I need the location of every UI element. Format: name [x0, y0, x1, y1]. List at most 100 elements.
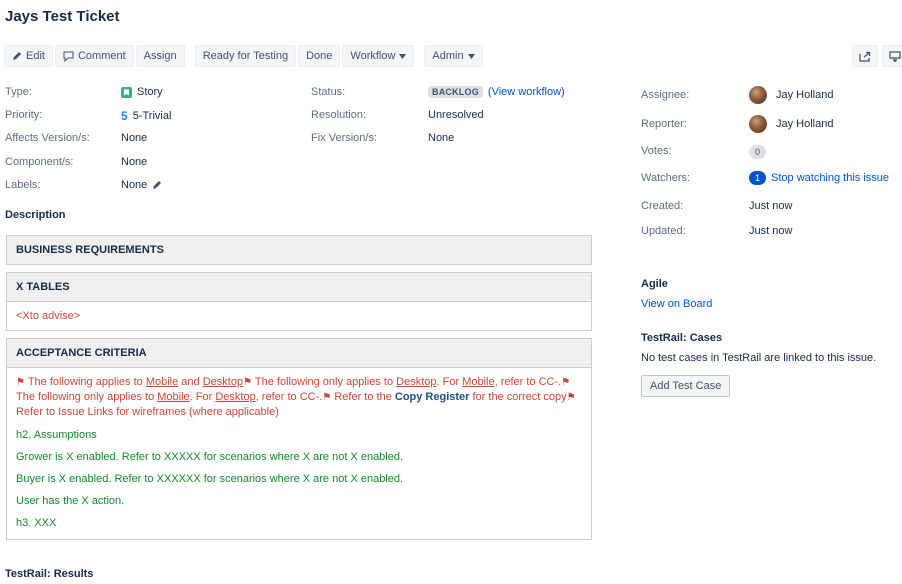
- caret-down-icon: [399, 53, 407, 59]
- acceptance-body: ⚑ The following applies to Mobile and De…: [7, 368, 591, 539]
- workflow-dropdown[interactable]: Workflow: [342, 45, 415, 67]
- pencil-icon: [13, 52, 21, 60]
- testrail-results-heading: TestRail: Results: [5, 568, 94, 580]
- testrail-cases-text: No test cases in TestRail are linked to …: [641, 352, 877, 364]
- flag-icon: ⚑: [243, 377, 253, 388]
- updated-label: Updated:: [641, 225, 686, 237]
- text-span: The following applies to: [24, 376, 146, 388]
- copy-register-text: Copy Register: [394, 391, 470, 403]
- updated-value: Just now: [749, 225, 793, 237]
- panel-heading: X TABLES: [7, 273, 591, 302]
- mobile-text: Mobile: [145, 376, 179, 388]
- reporter-name: Jay Holland: [776, 118, 834, 130]
- avatar: [749, 86, 767, 104]
- avatar: [749, 115, 767, 133]
- assign-label: Assign: [143, 50, 177, 62]
- edit-button[interactable]: Edit: [4, 45, 53, 67]
- issue-toolbar: Edit Comment Assign Ready for Testing Do…: [4, 45, 493, 69]
- watchers-count[interactable]: 1: [749, 171, 767, 185]
- flag-icon: ⚑: [16, 377, 25, 388]
- buyer-line: Buyer is X enabled. Refer to XXXXXX for …: [16, 473, 404, 485]
- admin-dropdown[interactable]: Admin: [424, 45, 483, 67]
- acceptance-paragraph: ⚑ The following applies to Mobile and De…: [16, 375, 582, 420]
- resolution-value: Unresolved: [428, 109, 484, 121]
- mobile-text: Mobile: [462, 376, 495, 388]
- comment-label: Comment: [77, 50, 126, 62]
- user-line: User has the X action.: [16, 495, 125, 507]
- pencil-icon[interactable]: [152, 180, 162, 190]
- x-tables-body: <Xto advise>: [16, 310, 81, 322]
- watchers-value: 1 Stop watching this issue: [749, 171, 889, 185]
- view-on-board-link[interactable]: View on Board: [641, 298, 712, 310]
- export-icon: [889, 50, 901, 62]
- reporter-value[interactable]: Jay Holland: [749, 115, 833, 133]
- priority-text: 5-Trivial: [132, 110, 172, 122]
- fix-version-label: Fix Version/s:: [311, 132, 378, 144]
- text-span: and: [178, 376, 203, 388]
- labels-text: None: [121, 179, 148, 191]
- text-span: . For: [189, 391, 216, 403]
- reporter-label: Reporter:: [641, 118, 687, 130]
- ready-label: Ready for Testing: [202, 50, 289, 62]
- votes-value[interactable]: 0: [749, 145, 767, 159]
- admin-label: Admin: [432, 50, 464, 62]
- priority-label: Priority:: [5, 109, 43, 121]
- resolution-label: Resolution:: [311, 109, 367, 121]
- created-label: Created:: [641, 200, 684, 212]
- testrail-cases-heading: TestRail: Cases: [641, 332, 723, 344]
- assign-button[interactable]: Assign: [135, 45, 185, 67]
- done-label: Done: [306, 50, 333, 62]
- mobile-text: Mobile: [157, 391, 190, 403]
- text-span: for the correct copy: [469, 391, 567, 403]
- grower-line: Grower is X enabled. Refer to XXXXX for …: [16, 451, 404, 463]
- text-span: The following only applies to: [16, 391, 158, 403]
- flag-icon: ⚑: [561, 377, 571, 388]
- xxx-heading: h3. XXX: [16, 517, 57, 529]
- created-value: Just now: [749, 200, 793, 212]
- affects-label: Affects Version/s:: [5, 132, 90, 144]
- votes-label: Votes:: [641, 145, 672, 157]
- desktop-text: Desktop: [396, 376, 437, 388]
- issue-title: Jays Test Ticket: [5, 8, 120, 25]
- assignee-name: Jay Holland: [776, 89, 834, 101]
- text-span: The following only applies to: [252, 376, 397, 388]
- type-value: Story: [121, 86, 163, 98]
- components-label: Component/s:: [5, 156, 74, 168]
- components-value: None: [121, 156, 148, 168]
- status-badge: BACKLOG: [428, 86, 483, 98]
- text-span: , refer to CC-.: [494, 376, 562, 388]
- agile-heading: Agile: [641, 278, 668, 290]
- add-test-case-button[interactable]: Add Test Case: [641, 375, 731, 397]
- priority-value: 5 5-Trivial: [121, 109, 171, 123]
- workflow-label: Workflow: [350, 50, 396, 62]
- assumptions-heading: h2. Assumptions: [16, 429, 97, 441]
- acceptance-criteria-panel: ACCEPTANCE CRITERIA ⚑ The following appl…: [6, 338, 592, 540]
- desktop-text: Desktop: [215, 391, 256, 403]
- desktop-text: Desktop: [202, 376, 244, 388]
- stop-watching-link[interactable]: Stop watching this issue: [771, 172, 889, 184]
- comment-button[interactable]: Comment: [54, 45, 134, 67]
- export-button[interactable]: [882, 45, 902, 67]
- business-requirements-panel: BUSINESS REQUIREMENTS: [6, 235, 592, 265]
- share-button[interactable]: [852, 45, 878, 67]
- story-icon: [121, 86, 132, 98]
- view-workflow-link[interactable]: (View workflow): [488, 86, 565, 98]
- panel-heading: ACCEPTANCE CRITERIA: [7, 339, 591, 368]
- type-label: Type:: [5, 86, 32, 98]
- status-label: Status:: [311, 86, 346, 98]
- labels-label: Labels:: [5, 179, 41, 191]
- description-heading: Description: [5, 209, 66, 221]
- ready-for-testing-button[interactable]: Ready for Testing: [194, 45, 297, 67]
- type-text: Story: [137, 86, 163, 98]
- text-span: , refer to CC-.: [255, 391, 323, 403]
- flag-icon: ⚑: [566, 392, 576, 403]
- text-span: Refer to Issue Links for wireframes (whe…: [16, 406, 279, 418]
- assignee-value[interactable]: Jay Holland: [749, 86, 833, 104]
- labels-value[interactable]: None: [121, 179, 162, 191]
- caret-down-icon: [467, 53, 475, 59]
- flag-icon: ⚑: [322, 392, 332, 403]
- done-button[interactable]: Done: [298, 45, 341, 67]
- affects-value: None: [121, 132, 148, 144]
- votes-count[interactable]: 0: [749, 145, 767, 159]
- edit-label: Edit: [26, 50, 45, 62]
